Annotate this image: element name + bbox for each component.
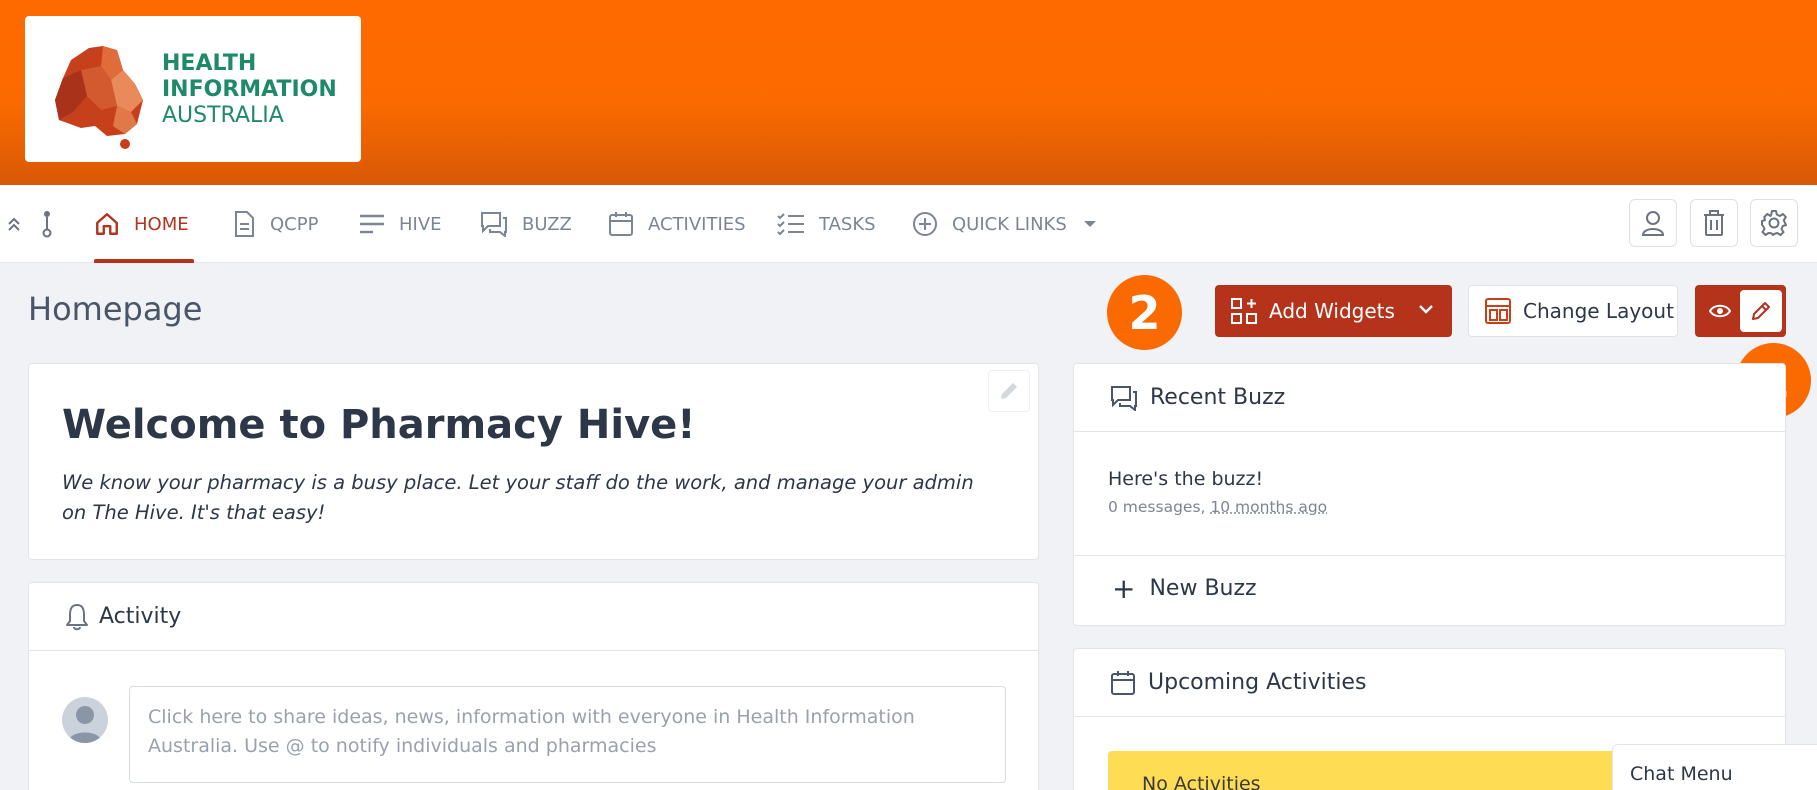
welcome-text: We know your pharmacy is a busy place. L… <box>62 471 974 524</box>
bell-icon <box>66 603 88 630</box>
brand-line-3: AUSTRALIA <box>162 103 284 128</box>
plus-icon: + <box>1112 571 1136 605</box>
drag-handle-icon[interactable] <box>40 209 54 239</box>
nav-hive[interactable]: HIVE <box>359 185 442 263</box>
activity-header: Activity <box>29 583 1038 651</box>
eye-icon[interactable] <box>1709 301 1731 321</box>
nav-activities-label: ACTIVITIES <box>648 213 746 235</box>
profile-button[interactable] <box>1629 199 1677 247</box>
document-icon <box>235 211 254 237</box>
edit-widget-button[interactable] <box>988 370 1030 412</box>
new-buzz-button[interactable]: + New Buzz <box>1112 571 1257 605</box>
recent-buzz-header: Recent Buzz <box>1074 364 1785 432</box>
buzz-item-title: Here's the buzz! <box>1108 468 1264 490</box>
page-title: Homepage <box>28 290 203 328</box>
brand-line-1: HEALTH <box>162 51 257 76</box>
buzz-timestamp: 10 months ago <box>1210 498 1328 516</box>
header-banner: HEALTH INFORMATION AUSTRALIA <box>0 0 1817 185</box>
nav-tasks-label: TASKS <box>819 213 876 235</box>
add-widgets-label: Add Widgets <box>1269 299 1395 323</box>
new-buzz-label: New Buzz <box>1149 576 1257 601</box>
nav-qcpp-label: QCPP <box>270 213 319 235</box>
lines-icon <box>360 214 384 234</box>
checklist-icon <box>777 213 804 236</box>
nav-home-label: HOME <box>134 213 189 235</box>
welcome-widget: Welcome to Pharmacy Hive! We know your p… <box>28 363 1039 560</box>
trash-button[interactable] <box>1690 199 1738 247</box>
plus-circle-icon <box>913 212 937 236</box>
upcoming-activities-title: Upcoming Activities <box>1148 670 1367 695</box>
collapse-up-icon[interactable] <box>6 215 22 233</box>
nav-qcpp[interactable]: QCPP <box>232 185 318 263</box>
pencil-icon <box>1001 383 1017 399</box>
edit-mode-button[interactable] <box>1740 290 1782 332</box>
upcoming-activities-header: Upcoming Activities <box>1074 649 1785 717</box>
recent-buzz-title: Recent Buzz <box>1150 385 1286 410</box>
settings-button[interactable] <box>1750 199 1798 247</box>
change-layout-label: Change Layout <box>1523 299 1674 323</box>
nav-quick-links[interactable]: QUICK LINKS <box>912 185 1097 263</box>
nav-hive-label: HIVE <box>399 213 442 235</box>
calendar-icon <box>609 212 633 236</box>
chevron-down-icon <box>1419 305 1433 314</box>
user-silhouette-icon <box>68 706 102 743</box>
view-edit-toggle[interactable] <box>1695 285 1786 337</box>
trash-icon <box>1704 210 1724 236</box>
gear-icon <box>1761 210 1787 236</box>
home-icon <box>96 213 118 235</box>
buzz-item-meta: 0 messages, 10 months ago <box>1108 498 1327 516</box>
nav-buzz[interactable]: BUZZ <box>480 185 572 263</box>
pencil-icon <box>1752 302 1770 320</box>
brand-line-2: INFORMATION <box>162 77 337 102</box>
chat-bubbles-icon <box>1111 385 1137 411</box>
add-widgets-button[interactable]: Add Widgets <box>1215 285 1452 337</box>
nav-quick-links-label: QUICK LINKS <box>952 213 1067 235</box>
change-layout-button[interactable]: Change Layout <box>1468 285 1678 337</box>
chat-bubbles-icon <box>481 212 507 237</box>
recent-buzz-widget: Recent Buzz Here's the buzz! 0 messages,… <box>1073 363 1786 626</box>
widgets-icon <box>1231 298 1257 324</box>
callout-badge-2: 2 <box>1107 275 1182 350</box>
brand-name: HEALTH INFORMATION AUSTRALIA <box>162 51 337 129</box>
buzz-item[interactable]: Here's the buzz! 0 messages, 10 months a… <box>1108 468 1327 516</box>
activity-title: Activity <box>99 604 182 629</box>
user-icon <box>1641 211 1665 236</box>
australia-map-icon <box>55 46 143 149</box>
nav-tasks[interactable]: TASKS <box>777 185 876 263</box>
nav-buzz-label: BUZZ <box>522 213 572 235</box>
share-post-input[interactable]: Click here to share ideas, news, informa… <box>129 686 1006 783</box>
main-nav: HOME QCPP HIVE BUZZ ACTIVITIES TASKS QUI… <box>0 185 1817 263</box>
chat-menu[interactable]: Chat Menu <box>1612 744 1817 790</box>
caret-down-icon <box>1083 221 1096 227</box>
nav-activities[interactable]: ACTIVITIES <box>608 185 746 263</box>
activity-widget: Activity Click here to share ideas, news… <box>28 582 1039 790</box>
buzz-message-count: 0 messages, <box>1108 498 1206 516</box>
calendar-icon <box>1111 670 1135 695</box>
layout-icon <box>1485 298 1511 324</box>
avatar <box>62 697 108 743</box>
welcome-title: Welcome to Pharmacy Hive! <box>62 402 696 448</box>
nav-home[interactable]: HOME <box>94 185 194 263</box>
divider <box>1074 555 1785 556</box>
company-logo[interactable]: HEALTH INFORMATION AUSTRALIA <box>25 16 361 162</box>
